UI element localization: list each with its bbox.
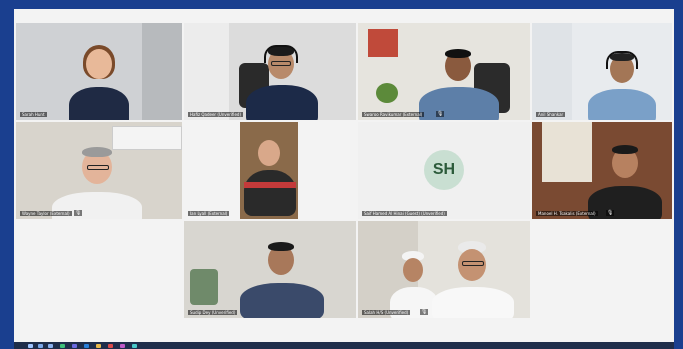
- avatar-initials: SH: [432, 161, 456, 178]
- folder-icon[interactable]: [96, 344, 101, 348]
- participant-tile-3[interactable]: Swaroo Ravikumar (External) 🎙: [358, 23, 530, 120]
- wall-painting: [368, 29, 398, 57]
- participant-name: Wayne Taylor (External): [20, 211, 72, 216]
- participant-tile-6[interactable]: Ian Lyall (External): [184, 122, 356, 219]
- window: [532, 23, 572, 120]
- participant-name: Salah H/S (Unverified): [362, 310, 411, 315]
- participant-tile-7[interactable]: SH Saif Hamed Al Hinai (Guest) (Unverifi…: [358, 122, 530, 219]
- mail-icon[interactable]: [84, 344, 89, 348]
- participant-tile-8[interactable]: Manoel H. Tsakalis (External) 🎙: [532, 122, 672, 219]
- participant-tile-10[interactable]: Salah H/S (Unverified) 🎙: [358, 221, 530, 318]
- taskbar: [14, 342, 674, 349]
- participant-tile-2[interactable]: Hafiz Qadeer (Unverified): [184, 23, 356, 120]
- participant-video: [242, 41, 322, 120]
- microphone-icon: 🎙: [606, 210, 615, 216]
- avatar: SH: [424, 150, 464, 190]
- chair: [190, 269, 218, 305]
- participant-name: Sarah Hunt: [20, 112, 47, 117]
- participant-name: Hafiz Qadeer (Unverified): [188, 112, 244, 117]
- participant-name: Anil Shankar: [536, 112, 566, 117]
- participant-video: [242, 136, 298, 219]
- participant-name: Swaroo Ravikumar (External): [362, 112, 425, 117]
- participant-name: Manoel H. Tsakalis (External): [536, 211, 598, 216]
- app-icon[interactable]: [108, 344, 113, 348]
- participant-video: [46, 146, 146, 219]
- plant: [376, 83, 398, 103]
- video-call-grid: Sarah Hunt Hafiz Qadeer (Unverified) Swa…: [14, 9, 674, 342]
- app-icon[interactable]: [120, 344, 125, 348]
- participant-tile-4[interactable]: Anil Shankar: [532, 23, 672, 120]
- participant-video: [413, 47, 503, 120]
- participant-video: [582, 142, 668, 219]
- participant-video: [582, 49, 662, 120]
- microphone-icon: 🎙: [74, 210, 83, 216]
- participant-name: Ian Lyall (External): [188, 211, 230, 216]
- microphone-icon: 🎙: [420, 309, 429, 315]
- search-icon[interactable]: [38, 344, 43, 348]
- app-icon[interactable]: [132, 344, 137, 348]
- microphone-icon: 🎙: [436, 111, 445, 117]
- participant-tile-9[interactable]: Sudip Dey (Unverified): [184, 221, 356, 318]
- participant-tile-5[interactable]: Wayne Taylor (External) 🎙: [16, 122, 182, 219]
- browser-icon[interactable]: [60, 344, 65, 348]
- taskview-icon[interactable]: [48, 344, 53, 348]
- participant-video: [234, 239, 330, 318]
- wall-panel: [142, 23, 182, 120]
- participant-name: Saif Hamed Al Hinai (Guest) (Unverified): [362, 211, 447, 216]
- participant-tile-1[interactable]: Sarah Hunt: [16, 23, 182, 120]
- participant-video: [428, 241, 518, 318]
- wall-panel: [184, 23, 229, 120]
- participant-video: [64, 43, 134, 120]
- teams-icon[interactable]: [72, 344, 77, 348]
- start-icon[interactable]: [28, 344, 33, 348]
- participant-name: Sudip Dey (Unverified): [188, 310, 238, 315]
